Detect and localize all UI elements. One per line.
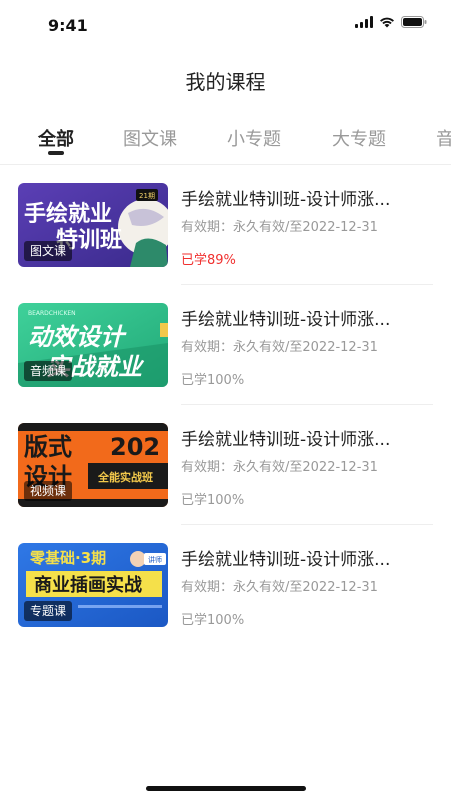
tab-graphic-course[interactable]: 图文课 <box>123 125 177 151</box>
tab-big-topic[interactable]: 大专题 <box>332 125 386 151</box>
course-progress: 已学100% <box>181 493 245 508</box>
thumb-headline: 动效设计 <box>28 323 127 351</box>
course-type-tag: 视频课 <box>24 481 73 501</box>
course-type-tag: 音频课 <box>24 361 73 381</box>
course-validity: 有效期：永久有效/至2022-12-31 <box>181 340 378 355</box>
thumb-subline: 商业插画实战 <box>34 574 142 596</box>
course-title[interactable]: 手绘就业特训班-设计师涨... <box>181 425 433 450</box>
course-thumbnail[interactable]: 版式 设计 全能实战班 202 视频课 <box>18 423 168 507</box>
thumb-headline: 手绘就业 <box>24 201 112 227</box>
battery-icon <box>401 16 427 28</box>
course-item[interactable]: 版式 设计 全能实战班 202 视频课 手绘就业特训班-设计师涨... 有效期：… <box>0 405 451 525</box>
tab-small-topic[interactable]: 小专题 <box>227 125 281 151</box>
course-item[interactable]: 讲师 零基础·3期 商业插画实战 专题课 手绘就业特训班-设计师涨... 有效期… <box>0 525 451 645</box>
tab-audio[interactable]: 音 <box>436 125 451 151</box>
course-thumbnail[interactable]: BEARDCHICKEN 动效设计 实战就业 音频课 <box>18 303 168 387</box>
status-bar: 9:41 <box>0 0 451 44</box>
course-item[interactable]: BEARDCHICKEN 动效设计 实战就业 音频课 手绘就业特训班-设计师涨.… <box>0 285 451 405</box>
course-thumbnail[interactable]: 讲师 零基础·3期 商业插画实战 专题课 <box>18 543 168 627</box>
tab-all[interactable]: 全部 <box>38 125 74 151</box>
thumb-headline: 版式 <box>24 433 72 461</box>
course-thumbnail[interactable]: 21期 手绘就业 特训班 图文课 <box>18 183 168 267</box>
course-type-tag: 图文课 <box>24 241 73 261</box>
status-icons <box>355 16 427 28</box>
course-progress: 已学89% <box>181 253 236 268</box>
course-validity: 有效期：永久有效/至2022-12-31 <box>181 580 378 595</box>
thumb-badge: 202 <box>110 433 160 461</box>
thumb-badge: 21期 <box>139 192 155 200</box>
tab-bar: 全部 图文课 小专题 大专题 音 <box>0 120 451 164</box>
wifi-icon <box>379 16 395 28</box>
signal-icon <box>355 16 373 28</box>
course-title[interactable]: 手绘就业特训班-设计师涨... <box>181 545 433 570</box>
course-item[interactable]: 21期 手绘就业 特训班 图文课 手绘就业特训班-设计师涨... 有效期：永久有… <box>0 165 451 285</box>
course-title[interactable]: 手绘就业特训班-设计师涨... <box>181 185 433 210</box>
course-title[interactable]: 手绘就业特训班-设计师涨... <box>181 305 433 330</box>
course-progress: 已学100% <box>181 373 245 388</box>
page-title: 我的课程 <box>185 70 266 94</box>
course-validity: 有效期：永久有效/至2022-12-31 <box>181 460 378 475</box>
course-progress: 已学100% <box>181 613 245 628</box>
home-indicator[interactable] <box>146 786 306 791</box>
thumb-caption: 全能实战班 <box>97 470 153 484</box>
thumb-badge: 讲师 <box>148 555 162 564</box>
status-time: 9:41 <box>48 16 88 35</box>
tab-active-indicator <box>48 151 64 155</box>
course-validity: 有效期：永久有效/至2022-12-31 <box>181 220 378 235</box>
thumb-headline: 零基础·3期 <box>29 549 106 567</box>
thumb-badge: BEARDCHICKEN <box>28 310 76 317</box>
course-type-tag: 专题课 <box>24 601 73 621</box>
